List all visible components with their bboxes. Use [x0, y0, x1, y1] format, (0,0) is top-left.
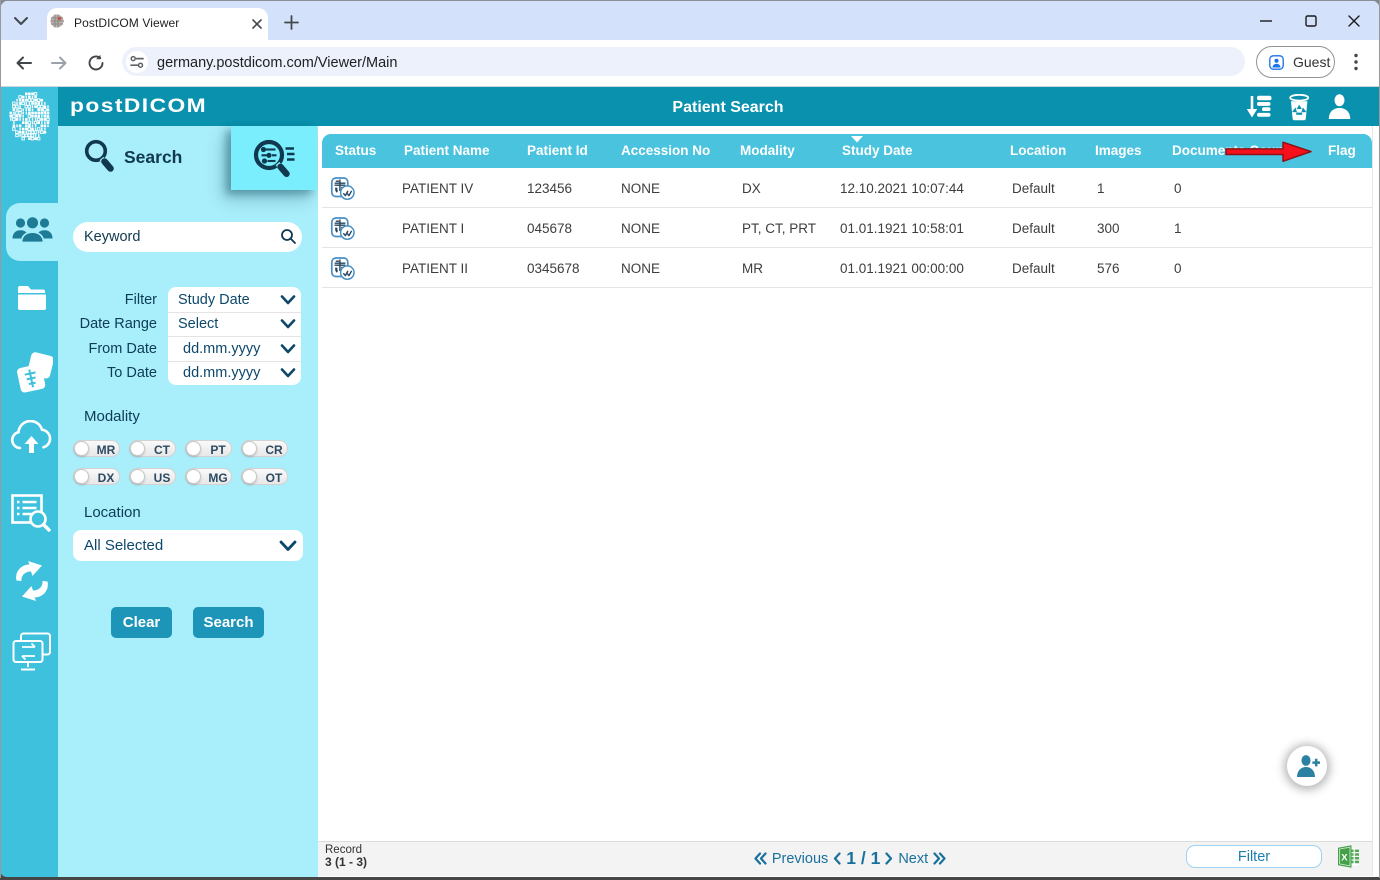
svg-text:X: X [1341, 853, 1348, 864]
